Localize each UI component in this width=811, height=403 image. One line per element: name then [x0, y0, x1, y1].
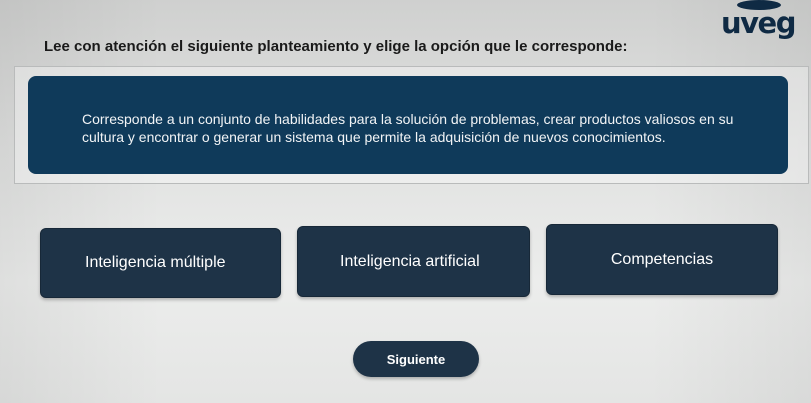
- next-button-label: Siguiente: [386, 351, 446, 367]
- option-competencias[interactable]: Competencias: [546, 224, 778, 295]
- option-label: Inteligencia artificial: [340, 252, 480, 270]
- option-inteligencia-multiple[interactable]: Inteligencia múltiple: [40, 228, 281, 298]
- question-instruction: Lee con atención el siguiente planteamie…: [44, 38, 628, 55]
- uveg-logo: uveg: [719, 0, 796, 42]
- logo-text: uveg: [721, 6, 796, 40]
- option-inteligencia-artificial[interactable]: Inteligencia artificial: [297, 226, 530, 297]
- option-label: Inteligencia múltiple: [85, 254, 226, 271]
- next-button[interactable]: Siguiente: [353, 341, 479, 377]
- option-label: Competencias: [610, 250, 714, 268]
- statement-text: Corresponde a un conjunto de habilidades…: [82, 111, 734, 145]
- question-statement: Corresponde a un conjunto de habilidades…: [28, 76, 788, 174]
